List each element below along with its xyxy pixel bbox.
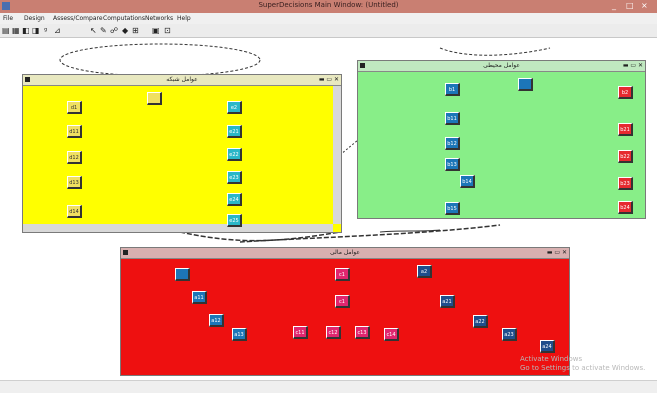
cluster-menu-icon[interactable]: [25, 77, 30, 82]
cluster-yellow[interactable]: عوامل شبکه ▬ ▭ ✕ d1 d11 d12 d13 d14 e2 e…: [22, 74, 342, 233]
cluster-yellow-title[interactable]: عوامل شبکه: [23, 75, 341, 86]
activation-watermark: Activate Windows Go to Settings to activ…: [520, 355, 645, 373]
cluster-window-controls[interactable]: ▬ ▭ ✕: [319, 76, 339, 84]
node-e2[interactable]: e2: [227, 101, 242, 114]
node-b12[interactable]: b12: [445, 137, 460, 150]
status-bar: [0, 380, 657, 393]
node-c13[interactable]: c13: [355, 326, 370, 339]
node-a22[interactable]: a22: [473, 315, 488, 328]
node-b21[interactable]: b21: [618, 123, 633, 136]
node-c12[interactable]: c12: [326, 326, 341, 339]
node-c11[interactable]: c11: [293, 326, 308, 339]
node-b23[interactable]: b23: [618, 177, 633, 190]
node-c1[interactable]: c1: [335, 295, 350, 308]
cluster-green[interactable]: عوامل محیطی ▬ ▭ ✕ b1 b11 b12 b13 b14 b15…: [357, 60, 646, 219]
node-b2[interactable]: b2: [618, 86, 633, 99]
node-c14[interactable]: c14: [384, 328, 399, 341]
node-a2[interactable]: a2: [417, 265, 432, 278]
node-d14[interactable]: d14: [67, 205, 82, 218]
node-e21[interactable]: e21: [227, 125, 242, 138]
cluster-scrollbar-horizontal[interactable]: [23, 224, 333, 232]
cluster-red-title[interactable]: عوامل مالی: [121, 248, 569, 259]
yellow-red-link: [179, 231, 341, 242]
node-b1[interactable]: b1: [445, 83, 460, 96]
node-a23[interactable]: a23: [502, 328, 517, 341]
node-b24[interactable]: b24: [618, 201, 633, 214]
node-a11[interactable]: a11: [192, 291, 207, 304]
yellow-self-loop: [59, 43, 261, 77]
node-d12[interactable]: d12: [67, 151, 82, 164]
cluster-menu-icon[interactable]: [123, 250, 128, 255]
node-yellow-top[interactable]: [147, 92, 162, 105]
cluster-window-controls[interactable]: ▬ ▭ ✕: [547, 249, 567, 257]
node-a21[interactable]: a21: [440, 295, 455, 308]
node-a13[interactable]: a13: [232, 328, 247, 341]
green-self-loop: [439, 47, 551, 56]
node-b14[interactable]: b14: [460, 175, 475, 188]
node-red-top-left[interactable]: [175, 268, 190, 281]
node-e23[interactable]: e23: [227, 171, 242, 184]
node-d11[interactable]: d11: [67, 125, 82, 138]
cluster-menu-icon[interactable]: [360, 63, 365, 68]
node-a24[interactable]: a24: [540, 340, 555, 353]
watermark-line-2: Go to Settings to activate Windows.: [520, 364, 646, 372]
node-b22[interactable]: b22: [618, 150, 633, 163]
cluster-scrollbar-vertical[interactable]: [333, 86, 341, 224]
node-e25[interactable]: e25: [227, 214, 242, 227]
node-e22[interactable]: e22: [227, 148, 242, 161]
node-d13[interactable]: d13: [67, 176, 82, 189]
node-b13[interactable]: b13: [445, 158, 460, 171]
node-a12[interactable]: a12: [209, 314, 224, 327]
cluster-red[interactable]: عوامل مالی ▬ ▭ ✕ a11 a12 a13 c1 c1 c11 c…: [120, 247, 570, 376]
watermark-line-1: Activate Windows: [520, 355, 583, 363]
cluster-window-controls[interactable]: ▬ ▭ ✕: [623, 62, 643, 70]
cluster-green-title[interactable]: عوامل محیطی: [358, 61, 645, 72]
node-e24[interactable]: e24: [227, 193, 242, 206]
yellow-green-link: [339, 139, 359, 156]
node-c1-top[interactable]: c1: [335, 268, 350, 281]
node-green-top[interactable]: [518, 78, 533, 91]
node-b11[interactable]: b11: [445, 112, 460, 125]
node-b15[interactable]: b15: [445, 202, 460, 215]
node-d1[interactable]: d1: [67, 101, 82, 114]
